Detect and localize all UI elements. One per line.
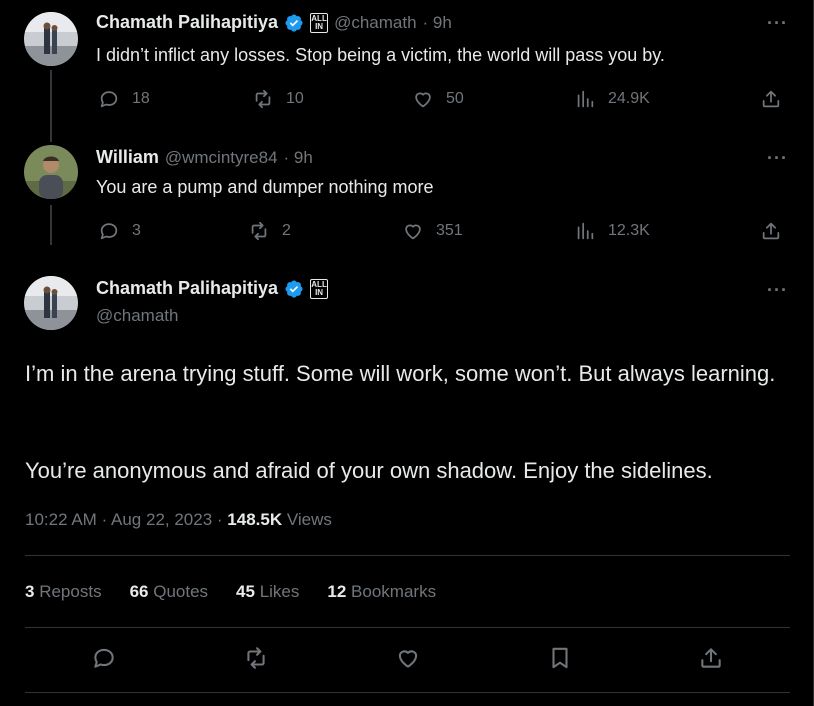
share-button[interactable] bbox=[760, 220, 782, 242]
affiliate-badge[interactable]: ALL IN bbox=[310, 12, 329, 33]
views-count: 12.3K bbox=[608, 222, 650, 239]
main-tweet-actions bbox=[25, 645, 790, 675]
bookmarks-stat[interactable]: 12 Bookmarks bbox=[327, 582, 436, 602]
reposts-stat[interactable]: 3 Reposts bbox=[25, 582, 102, 602]
likes-stat[interactable]: 45 Likes bbox=[236, 582, 299, 602]
avatar-chamath[interactable] bbox=[24, 276, 78, 330]
tweet-time[interactable]: 10:22 AM bbox=[25, 510, 97, 529]
share-icon bbox=[762, 90, 780, 108]
reply-count: 3 bbox=[132, 222, 141, 239]
verified-icon[interactable] bbox=[284, 279, 304, 299]
divider bbox=[25, 555, 790, 556]
quotes-stat[interactable]: 66 Quotes bbox=[130, 582, 208, 602]
views-count: 148.5K bbox=[227, 510, 283, 529]
author-name[interactable]: William bbox=[96, 147, 159, 168]
main-tweet: Chamath Palihapitiya ALL IN @chamath ··· … bbox=[0, 260, 813, 706]
repost-icon bbox=[255, 89, 271, 109]
share-icon bbox=[701, 648, 721, 668]
tweet-time[interactable]: · 9h bbox=[423, 13, 452, 33]
reply-button[interactable]: 3 bbox=[98, 220, 141, 242]
tweet-text: You are a pump and dumper nothing more bbox=[96, 177, 434, 197]
like-button[interactable] bbox=[395, 645, 421, 676]
reply-button[interactable] bbox=[91, 645, 117, 676]
more-icon[interactable]: ··· bbox=[767, 148, 788, 169]
views-button[interactable]: 12.3K bbox=[574, 220, 650, 242]
share-icon bbox=[762, 222, 780, 240]
reply-count: 18 bbox=[132, 90, 150, 107]
divider bbox=[25, 627, 790, 628]
like-count: 351 bbox=[436, 222, 463, 239]
reply-button[interactable]: 18 bbox=[98, 88, 150, 110]
tweet-meta: 10:22 AM · Aug 22, 2023 · 148.5K Views bbox=[25, 510, 332, 529]
affiliate-badge[interactable]: ALL IN bbox=[310, 278, 329, 299]
views-icon bbox=[577, 90, 594, 108]
author-name[interactable]: Chamath Palihapitiya bbox=[96, 12, 278, 33]
engagement-stats: 3 Reposts 66 Quotes 45 Likes 12 Bookmark… bbox=[25, 582, 436, 602]
share-button[interactable] bbox=[760, 88, 782, 110]
tweet-text: I didn’t inflict any losses. Stop being … bbox=[96, 45, 665, 65]
repost-count: 2 bbox=[282, 222, 291, 239]
like-icon bbox=[398, 650, 418, 668]
like-button[interactable]: 50 bbox=[412, 88, 464, 110]
reply-icon bbox=[100, 223, 118, 240]
tweet-time[interactable]: · 9h bbox=[284, 148, 313, 168]
thread-line bbox=[50, 205, 52, 245]
author-handle[interactable]: @chamath bbox=[334, 13, 416, 33]
views-label: Views bbox=[286, 510, 332, 529]
like-button[interactable]: 351 bbox=[402, 220, 463, 242]
author-name[interactable]: Chamath Palihapitiya bbox=[96, 278, 278, 299]
tweet-text-paragraph-1: I’m in the arena trying stuff. Some will… bbox=[25, 361, 776, 386]
more-icon[interactable]: ··· bbox=[767, 13, 788, 34]
bookmark-icon bbox=[552, 647, 568, 669]
author-handle[interactable]: @wmcintyre84 bbox=[165, 148, 278, 168]
like-icon bbox=[405, 224, 421, 240]
repost-button[interactable]: 2 bbox=[248, 220, 291, 242]
tweet-actions: 18 10 50 24.9K bbox=[96, 88, 786, 112]
verified-icon[interactable] bbox=[284, 13, 304, 33]
share-button[interactable] bbox=[698, 645, 724, 676]
repost-icon bbox=[251, 221, 267, 241]
views-button[interactable]: 24.9K bbox=[574, 88, 650, 110]
tweet-text-paragraph-2: You’re anonymous and afraid of your own … bbox=[25, 458, 713, 483]
avatar-chamath[interactable] bbox=[24, 12, 78, 66]
avatar-william[interactable] bbox=[24, 145, 78, 199]
author-handle[interactable]: @chamath bbox=[96, 306, 178, 326]
repost-count: 10 bbox=[286, 90, 304, 107]
like-count: 50 bbox=[446, 90, 464, 107]
reply-icon bbox=[94, 648, 114, 668]
more-icon[interactable]: ··· bbox=[767, 280, 788, 301]
tweet-chamath-reply[interactable]: Chamath Palihapitiya ALL IN @chamath · 9h… bbox=[0, 0, 813, 142]
tweet-william[interactable]: William @wmcintyre84 · 9h ··· You are a … bbox=[0, 130, 813, 260]
tweet-actions: 3 2 351 12.3K bbox=[96, 220, 786, 244]
reply-icon bbox=[100, 91, 118, 108]
repost-icon bbox=[247, 647, 265, 669]
divider bbox=[25, 692, 790, 693]
repost-button[interactable]: 10 bbox=[252, 88, 304, 110]
views-icon bbox=[577, 222, 594, 240]
views-count: 24.9K bbox=[608, 90, 650, 107]
like-icon bbox=[415, 92, 431, 108]
repost-button[interactable] bbox=[243, 645, 269, 676]
bookmark-button[interactable] bbox=[547, 645, 573, 676]
tweet-date[interactable]: Aug 22, 2023 bbox=[111, 510, 212, 529]
